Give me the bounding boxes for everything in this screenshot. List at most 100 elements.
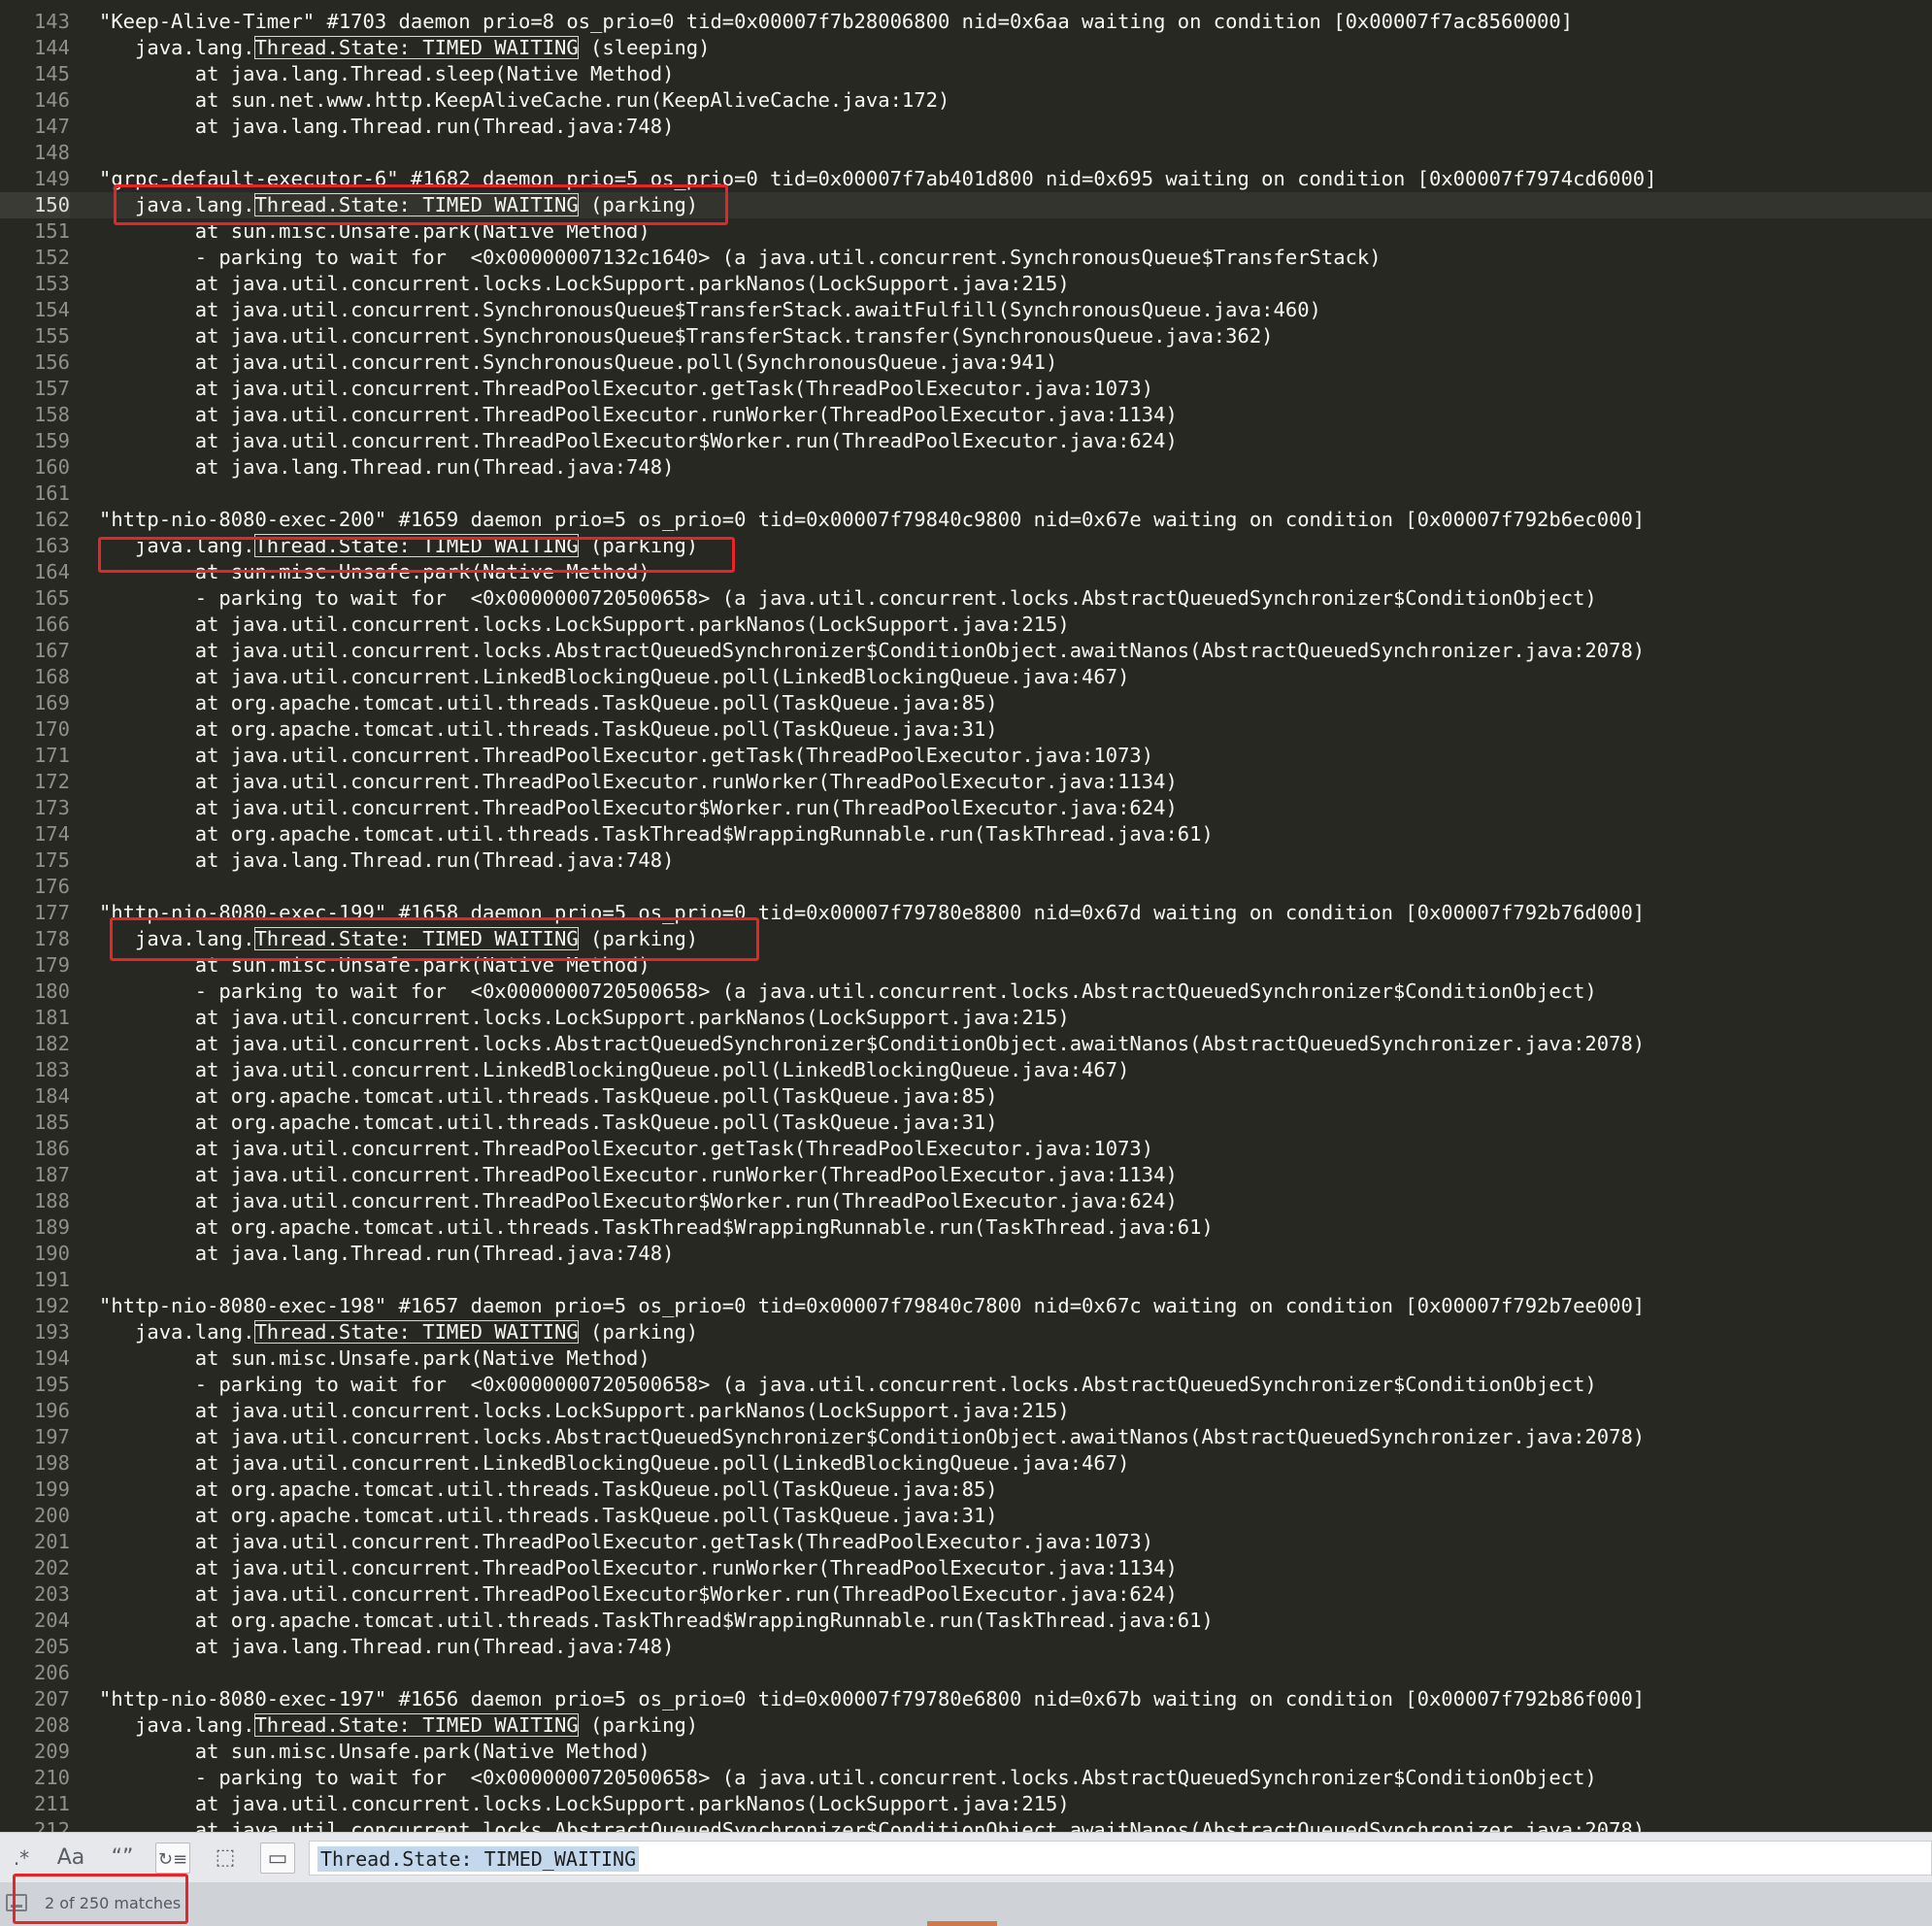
code-line[interactable]: 174 at org.apache.tomcat.util.threads.Ta… xyxy=(0,821,1932,847)
code-line[interactable]: 178 java.lang.Thread.State: TIMED_WAITIN… xyxy=(0,926,1932,952)
code-line[interactable]: 200 at org.apache.tomcat.util.threads.Ta… xyxy=(0,1503,1932,1529)
code-line[interactable]: 163 java.lang.Thread.State: TIMED_WAITIN… xyxy=(0,533,1932,559)
code-line[interactable]: 185 at org.apache.tomcat.util.threads.Ta… xyxy=(0,1110,1932,1136)
line-number: 202 xyxy=(33,1556,70,1579)
code-line[interactable]: 205 at java.lang.Thread.run(Thread.java:… xyxy=(0,1634,1932,1660)
code-line[interactable]: 184 at org.apache.tomcat.util.threads.Ta… xyxy=(0,1083,1932,1110)
line-text: at java.util.concurrent.locks.LockSuppor… xyxy=(99,272,1070,295)
code-line[interactable]: 193 java.lang.Thread.State: TIMED_WAITIN… xyxy=(0,1319,1932,1345)
code-line[interactable]: 147 at java.lang.Thread.run(Thread.java:… xyxy=(0,114,1932,140)
code-line[interactable]: 181 at java.util.concurrent.locks.LockSu… xyxy=(0,1005,1932,1031)
code-line[interactable]: 171 at java.util.concurrent.ThreadPoolEx… xyxy=(0,743,1932,769)
line-text: "http-nio-8080-exec-200" #1659 daemon pr… xyxy=(99,508,1646,531)
code-line[interactable]: 189 at org.apache.tomcat.util.threads.Ta… xyxy=(0,1214,1932,1241)
code-line[interactable]: 156 at java.util.concurrent.SynchronousQ… xyxy=(0,349,1932,376)
line-text: at org.apache.tomcat.util.threads.TaskQu… xyxy=(99,717,998,741)
line-text: at org.apache.tomcat.util.threads.TaskQu… xyxy=(99,1478,998,1501)
code-line[interactable]: 153 at java.util.concurrent.locks.LockSu… xyxy=(0,271,1932,297)
whole-word-toggle-button[interactable]: “” xyxy=(105,1843,140,1874)
code-line[interactable]: 191 xyxy=(0,1267,1932,1293)
code-line[interactable]: 167 at java.util.concurrent.locks.Abstra… xyxy=(0,638,1932,664)
line-text: at java.lang.Thread.run(Thread.java:748) xyxy=(99,1242,675,1265)
code-editor[interactable]: 143 "Keep-Alive-Timer" #1703 daemon prio=… xyxy=(0,0,1932,1832)
code-line[interactable]: 195 - parking to wait for <0x00000007205… xyxy=(0,1372,1932,1398)
code-line[interactable]: 203 at java.util.concurrent.ThreadPoolEx… xyxy=(0,1581,1932,1608)
code-line[interactable]: 188 at java.util.concurrent.ThreadPoolEx… xyxy=(0,1188,1932,1214)
code-line[interactable]: 212 at java.util.concurrent.locks.Abstra… xyxy=(0,1817,1932,1832)
code-line[interactable]: 175 at java.lang.Thread.run(Thread.java:… xyxy=(0,847,1932,874)
in-selection-toggle-button[interactable]: ⬚ xyxy=(208,1843,243,1874)
code-line[interactable]: 182 at java.util.concurrent.locks.Abstra… xyxy=(0,1031,1932,1057)
code-line[interactable]: 170 at org.apache.tomcat.util.threads.Ta… xyxy=(0,716,1932,743)
panel-toggle-icon[interactable] xyxy=(6,1894,27,1911)
code-line[interactable]: 150 java.lang.Thread.State: TIMED_WAITIN… xyxy=(0,192,1932,218)
line-text: at java.util.concurrent.ThreadPoolExecut… xyxy=(99,1530,1154,1553)
code-line[interactable]: 180 - parking to wait for <0x00000007205… xyxy=(0,979,1932,1005)
code-line[interactable]: 162 "http-nio-8080-exec-200" #1659 daemon… xyxy=(0,507,1932,533)
code-line[interactable]: 159 at java.util.concurrent.ThreadPoolEx… xyxy=(0,428,1932,454)
code-line[interactable]: 144 java.lang.Thread.State: TIMED_WAITIN… xyxy=(0,35,1932,61)
line-number: 211 xyxy=(33,1792,70,1815)
code-line[interactable]: 208 java.lang.Thread.State: TIMED_WAITIN… xyxy=(0,1712,1932,1739)
code-line[interactable]: 186 at java.util.concurrent.ThreadPoolEx… xyxy=(0,1136,1932,1162)
code-line[interactable]: 158 at java.util.concurrent.ThreadPoolEx… xyxy=(0,402,1932,428)
code-line[interactable]: 210 - parking to wait for <0x00000007205… xyxy=(0,1765,1932,1791)
code-line[interactable]: 196 at java.util.concurrent.locks.LockSu… xyxy=(0,1398,1932,1424)
code-line[interactable]: 179 at sun.misc.Unsafe.park(Native Metho… xyxy=(0,952,1932,979)
highlight-matches-toggle-button[interactable]: ▭ xyxy=(260,1843,295,1874)
code-line[interactable]: 199 at org.apache.tomcat.util.threads.Ta… xyxy=(0,1477,1932,1503)
code-line[interactable]: 187 at java.util.concurrent.ThreadPoolEx… xyxy=(0,1162,1932,1188)
code-line[interactable]: 204 at org.apache.tomcat.util.threads.Ta… xyxy=(0,1608,1932,1634)
code-line[interactable]: 209 at sun.misc.Unsafe.park(Native Metho… xyxy=(0,1739,1932,1765)
code-line[interactable]: 206 xyxy=(0,1660,1932,1686)
line-text: at java.util.concurrent.ThreadPoolExecut… xyxy=(99,770,1178,793)
code-line[interactable]: 151 at sun.misc.Unsafe.park(Native Metho… xyxy=(0,218,1932,245)
code-line[interactable]: 190 at java.lang.Thread.run(Thread.java:… xyxy=(0,1241,1932,1267)
code-line[interactable]: 148 xyxy=(0,140,1932,166)
code-line[interactable]: 198 at java.util.concurrent.LinkedBlocki… xyxy=(0,1450,1932,1477)
line-number: 148 xyxy=(33,141,70,164)
code-line[interactable]: 197 at java.util.concurrent.locks.Abstra… xyxy=(0,1424,1932,1450)
line-text: at java.util.concurrent.ThreadPoolExecut… xyxy=(99,429,1178,452)
regex-toggle-button[interactable]: .* xyxy=(4,1843,39,1874)
code-line[interactable]: 161 xyxy=(0,481,1932,507)
code-line[interactable]: 160 at java.lang.Thread.run(Thread.java:… xyxy=(0,454,1932,481)
line-text: "grpc-default-executor-6" #1682 daemon p… xyxy=(99,167,1657,190)
code-line[interactable]: 173 at java.util.concurrent.ThreadPoolEx… xyxy=(0,795,1932,821)
code-line[interactable]: 176 xyxy=(0,874,1932,900)
code-line[interactable]: 145 at java.lang.Thread.sleep(Native Met… xyxy=(0,61,1932,87)
code-line[interactable]: 201 at java.util.concurrent.ThreadPoolEx… xyxy=(0,1529,1932,1555)
code-line[interactable]: 152 - parking to wait for <0x00000007132… xyxy=(0,245,1932,271)
line-number: 166 xyxy=(33,613,70,636)
code-line[interactable]: 194 at sun.misc.Unsafe.park(Native Metho… xyxy=(0,1345,1932,1372)
line-number: 168 xyxy=(33,665,70,688)
find-input[interactable]: Thread.State: TIMED_WAITING xyxy=(309,1841,1932,1876)
code-line[interactable]: 155 at java.util.concurrent.SynchronousQ… xyxy=(0,323,1932,349)
case-sensitive-toggle-button[interactable]: Aa xyxy=(53,1843,88,1874)
code-line[interactable]: 143 "Keep-Alive-Timer" #1703 daemon prio=… xyxy=(0,9,1932,35)
code-line[interactable]: 169 at org.apache.tomcat.util.threads.Ta… xyxy=(0,690,1932,716)
code-line[interactable]: 183 at java.util.concurrent.LinkedBlocki… xyxy=(0,1057,1932,1083)
code-line[interactable]: 154 at java.util.concurrent.SynchronousQ… xyxy=(0,297,1932,323)
code-line[interactable]: 202 at java.util.concurrent.ThreadPoolEx… xyxy=(0,1555,1932,1581)
code-line[interactable]: 192 "http-nio-8080-exec-198" #1657 daemon… xyxy=(0,1293,1932,1319)
code-line[interactable]: 146 at sun.net.www.http.KeepAliveCache.r… xyxy=(0,87,1932,114)
line-number: 197 xyxy=(33,1425,70,1448)
code-line[interactable]: 157 at java.util.concurrent.ThreadPoolEx… xyxy=(0,376,1932,402)
quotes-icon: “” xyxy=(111,1845,134,1870)
wrap-toggle-button[interactable]: ↻≡ xyxy=(155,1843,190,1874)
line-text: - parking to wait for <0x000000072050065… xyxy=(99,980,1597,1003)
line-text: at java.lang.Thread.sleep(Native Method) xyxy=(99,62,675,85)
code-line[interactable]: 211 at java.util.concurrent.locks.LockSu… xyxy=(0,1791,1932,1817)
code-line[interactable]: 164 at sun.misc.Unsafe.park(Native Metho… xyxy=(0,559,1932,585)
line-number: 143 xyxy=(33,10,70,33)
code-line[interactable]: 177 "http-nio-8080-exec-199" #1658 daemon… xyxy=(0,900,1932,926)
code-line[interactable]: 166 at java.util.concurrent.locks.LockSu… xyxy=(0,612,1932,638)
code-line[interactable]: 165 - parking to wait for <0x00000007205… xyxy=(0,585,1932,612)
line-number: 210 xyxy=(33,1766,70,1789)
code-line[interactable]: 207 "http-nio-8080-exec-197" #1656 daemon… xyxy=(0,1686,1932,1712)
code-line[interactable]: 168 at java.util.concurrent.LinkedBlocki… xyxy=(0,664,1932,690)
code-line[interactable]: 172 at java.util.concurrent.ThreadPoolEx… xyxy=(0,769,1932,795)
code-line[interactable]: 149 "grpc-default-executor-6" #1682 daemo… xyxy=(0,166,1932,192)
line-number: 178 xyxy=(33,927,70,950)
